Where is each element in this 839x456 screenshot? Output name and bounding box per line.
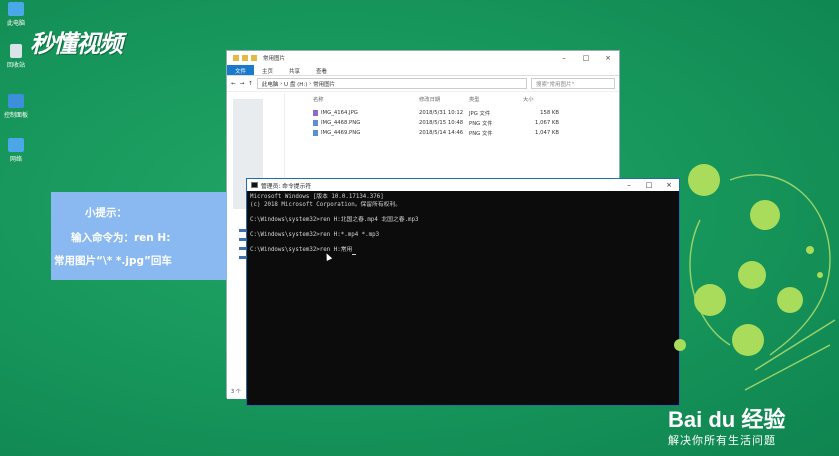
tab-home[interactable]: 主页	[254, 65, 281, 75]
maximize-button[interactable]: □	[575, 54, 597, 62]
breadcrumb-this-pc[interactable]: 此电脑	[262, 80, 279, 88]
desktop-icon-this-pc[interactable]: 此电脑	[3, 2, 29, 27]
jpg-file-icon	[313, 110, 318, 116]
decorative-dot	[806, 246, 814, 254]
address-bar-row: ← → ↑ 此电脑 › U 盘 (H:) › 常用图片 搜索"常用图片"	[227, 76, 619, 92]
desktop-icon-network[interactable]: 网络	[3, 138, 29, 163]
nav-item-icon[interactable]	[239, 229, 246, 232]
desktop-icon-label: 此电脑	[6, 20, 25, 27]
file-row[interactable]: IMG_4468.PNG 2018/5/15 10:48 PNG 文件 1,06…	[313, 118, 559, 128]
status-bar: 3 个	[231, 389, 241, 395]
file-size: 1,067 KB	[535, 120, 559, 126]
control-panel-icon	[8, 94, 24, 108]
explorer-title: 常用图片	[263, 56, 286, 62]
leaf-icon	[688, 164, 720, 196]
decorative-bulb-illustration	[674, 164, 836, 391]
file-type: PNG 文件	[469, 131, 493, 137]
recycle-bin-icon	[10, 44, 22, 58]
column-header-size[interactable]: 大小	[523, 95, 559, 103]
tip-title: 小提示：	[85, 207, 127, 219]
decorative-dot	[674, 339, 686, 351]
explorer-title-bar: 常用图片 – □ ×	[227, 51, 619, 65]
close-button[interactable]: ×	[597, 54, 619, 62]
file-date: 2018/5/14 14:46	[419, 130, 464, 136]
file-name: IMG_4468.PNG	[321, 120, 361, 126]
png-file-icon	[313, 120, 318, 126]
desktop-icon-label: 网络	[9, 156, 22, 163]
nav-item-icon[interactable]	[239, 256, 246, 259]
column-header-name[interactable]: 名称	[313, 95, 419, 103]
address-bar[interactable]: 此电脑 › U 盘 (H:) › 常用图片	[256, 78, 527, 89]
tip-line: 常用图片“\* *.jpg”回车	[54, 255, 172, 267]
desktop-icon-label: 控制面板	[3, 112, 28, 119]
miaodong-video-logo: 秒懂视频	[30, 29, 123, 58]
hand-icon	[732, 324, 764, 356]
search-input[interactable]: 搜索"常用图片"	[531, 78, 615, 89]
tab-file[interactable]: 文件	[227, 65, 255, 75]
text-cursor	[352, 253, 357, 255]
minimize-button[interactable]: –	[619, 181, 639, 189]
column-headers: 名称 修改日期 类型 大小	[313, 95, 559, 103]
png-file-icon	[313, 130, 318, 136]
desktop-icon-label: 回收站	[6, 62, 25, 69]
folder-icon[interactable]	[233, 55, 239, 61]
decorative-dot	[817, 272, 823, 278]
file-list: IMG_4164.JPG 2018/5/31 10:12 JPG 文件 158 …	[313, 108, 559, 138]
cmd-line: (c) 2018 Microsoft Corporation。保留所有权利。	[250, 201, 402, 208]
tip-line: 输入命令为：ren H:	[71, 232, 171, 244]
baidu-jingyan-logo: Bai du 经验	[668, 407, 786, 432]
file-type: JPG 文件	[469, 111, 491, 117]
cmd-output[interactable]: Microsoft Windows [版本 10.0.17134.376] (c…	[247, 191, 679, 258]
tab-view[interactable]: 查看	[308, 65, 335, 75]
desktop-icon-recycle-bin[interactable]: 回收站	[3, 44, 29, 69]
cmd-blank-line	[250, 224, 676, 232]
nav-item-icon[interactable]	[239, 247, 246, 250]
column-header-type[interactable]: 类型	[469, 95, 523, 103]
bird-icon	[738, 261, 766, 289]
computer-icon	[8, 2, 24, 16]
cmd-line: C:\Windows\system32>ren H:北国之春.mp4 北国之春.…	[250, 216, 419, 223]
cmd-line: C:\Windows\system32>ren H:*.mp4 *.mp3	[250, 231, 380, 238]
breadcrumb-folder[interactable]: 常用图片	[313, 80, 335, 88]
properties-icon[interactable]	[242, 55, 248, 61]
ribbon-tabs: 文件 主页 共享 查看	[227, 65, 619, 76]
file-name: IMG_4164.JPG	[321, 110, 358, 116]
cmd-title: 管理员: 命令提示符	[261, 183, 312, 190]
nav-item-icon[interactable]	[239, 238, 246, 241]
tab-share[interactable]: 共享	[281, 65, 308, 75]
tip-box: 小提示： 输入命令为：ren H: 常用图片“\* *.jpg”回车	[51, 192, 227, 280]
new-folder-icon[interactable]	[251, 55, 257, 61]
desktop-icon-control-panel[interactable]: 控制面板	[3, 94, 29, 119]
maximize-button[interactable]: □	[639, 181, 659, 189]
sun-icon	[694, 284, 726, 316]
baidu-slogan: 解决你所有生活问题	[668, 434, 776, 447]
file-size: 158 KB	[540, 110, 559, 116]
minimize-button[interactable]: –	[553, 54, 575, 62]
star-icon	[777, 287, 803, 313]
file-name: IMG_4469.PNG	[321, 130, 361, 136]
back-arrow-icon[interactable]: ←	[231, 81, 236, 87]
breadcrumb-usb-drive[interactable]: U 盘 (H:)	[284, 80, 307, 88]
file-date: 2018/5/31 10:12	[419, 110, 464, 116]
forward-arrow-icon[interactable]: →	[240, 81, 245, 87]
cmd-icon	[251, 182, 258, 188]
quick-access-toolbar	[233, 55, 257, 61]
command-prompt-window[interactable]: 管理员: 命令提示符 – □ × Microsoft Windows [版本 1…	[246, 178, 680, 406]
up-arrow-icon[interactable]: ↑	[248, 81, 253, 87]
cmd-input-line[interactable]: C:\Windows\system32>ren H:常用	[250, 247, 352, 253]
column-header-date[interactable]: 修改日期	[419, 95, 469, 103]
cmd-blank-line	[250, 209, 676, 217]
file-date: 2018/5/15 10:48	[419, 120, 464, 126]
cmd-title-bar: 管理员: 命令提示符 – □ ×	[247, 179, 679, 191]
file-type: PNG 文件	[469, 121, 493, 127]
cmd-line: Microsoft Windows [版本 10.0.17134.376]	[250, 194, 384, 200]
network-icon	[8, 138, 24, 152]
file-row[interactable]: IMG_4164.JPG 2018/5/31 10:12 JPG 文件 158 …	[313, 108, 559, 118]
tag-icon	[750, 200, 780, 230]
file-size: 1,047 KB	[535, 130, 559, 136]
file-row[interactable]: IMG_4469.PNG 2018/5/14 14:46 PNG 文件 1,04…	[313, 128, 559, 138]
